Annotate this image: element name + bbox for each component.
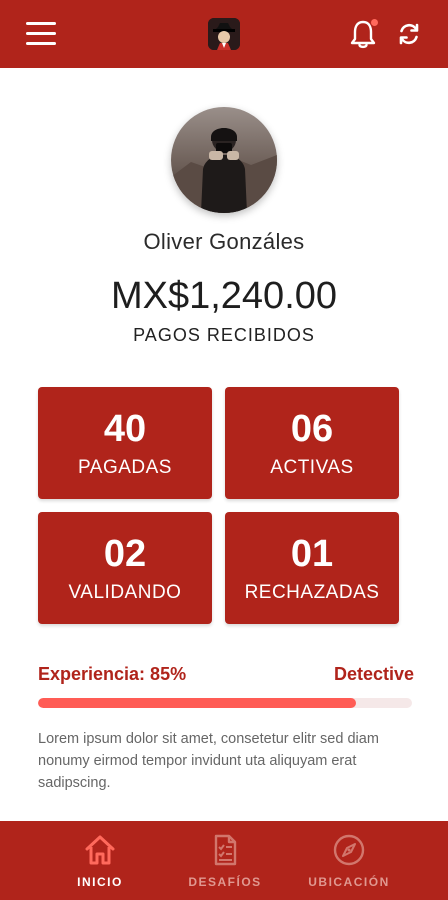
hamburger-menu-icon[interactable] bbox=[26, 22, 56, 46]
detective-logo-icon bbox=[208, 18, 240, 50]
top-app-bar bbox=[0, 0, 448, 68]
stat-value: 40 bbox=[103, 408, 147, 450]
balance-amount: MX$1,240.00 bbox=[110, 275, 338, 317]
description-text: Lorem ipsum dolor sit amet, consetetur e… bbox=[38, 731, 379, 791]
avatar[interactable] bbox=[171, 107, 277, 213]
nav-item-ubicacion[interactable]: UBICACIÓN bbox=[274, 821, 424, 900]
stat-card-activas[interactable]: 06 ACTIVAS bbox=[225, 387, 399, 499]
bottom-navigation: INICIO DESAFÍOS UBICACIÓN bbox=[0, 821, 448, 900]
stat-card-validando[interactable]: 02 VALIDANDO bbox=[38, 512, 212, 624]
experience-label: Experiencia: 85% bbox=[38, 664, 187, 684]
experience-progress-bar bbox=[38, 698, 412, 708]
nav-label: UBICACIÓN bbox=[308, 875, 390, 889]
user-name: Oliver Gonzáles bbox=[143, 229, 305, 254]
home-icon bbox=[85, 835, 115, 865]
stat-label: VALIDANDO bbox=[68, 582, 182, 603]
stat-label: ACTIVAS bbox=[270, 457, 354, 478]
refresh-icon[interactable] bbox=[395, 20, 423, 48]
experience-progress-fill bbox=[38, 698, 356, 708]
stat-label: PAGADAS bbox=[78, 457, 172, 478]
stat-value: 02 bbox=[103, 533, 147, 575]
stat-card-rechazadas[interactable]: 01 RECHAZADAS bbox=[225, 512, 399, 624]
notification-badge bbox=[370, 18, 379, 27]
stat-label: RECHAZADAS bbox=[244, 582, 380, 603]
balance-label: PAGOS RECIBIDOS bbox=[133, 325, 315, 345]
stat-card-pagadas[interactable]: 40 PAGADAS bbox=[38, 387, 212, 499]
stat-value: 01 bbox=[290, 533, 334, 575]
checklist-icon bbox=[214, 834, 237, 866]
compass-icon bbox=[333, 834, 365, 866]
rank-label: Detective bbox=[333, 664, 414, 684]
stat-value: 06 bbox=[290, 408, 334, 450]
